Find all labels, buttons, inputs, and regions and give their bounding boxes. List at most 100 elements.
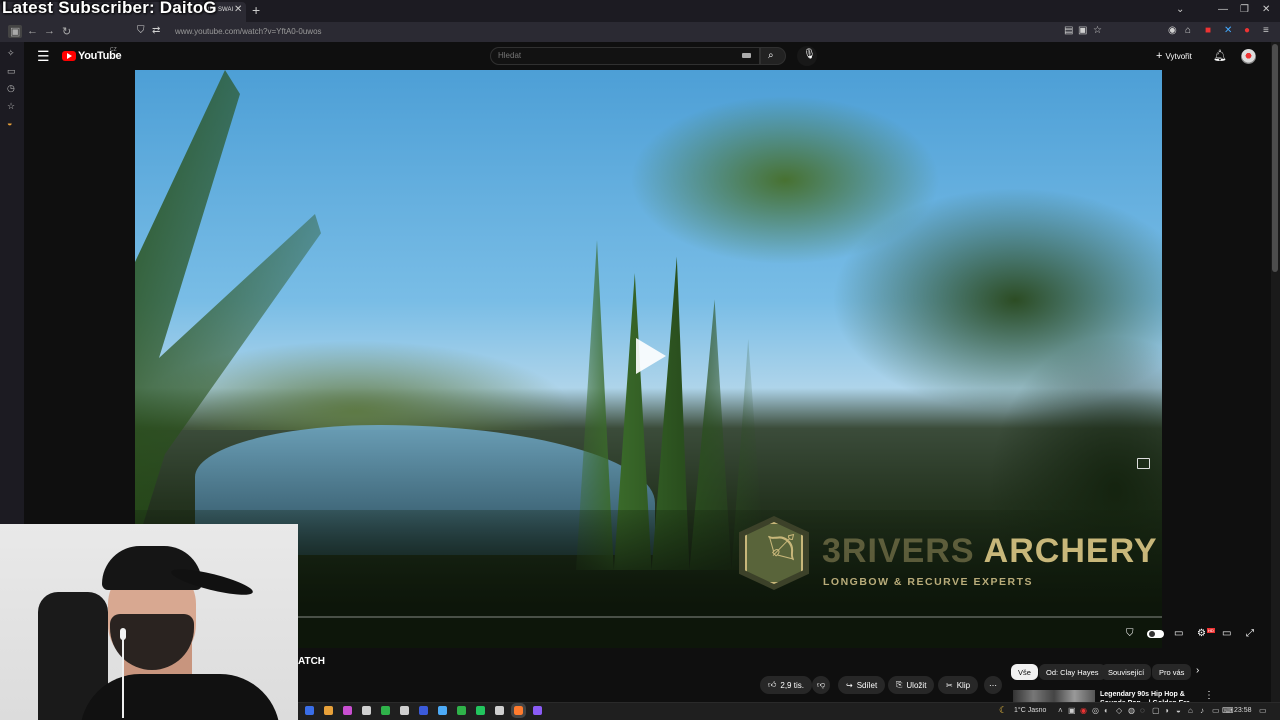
menu-icon[interactable]: ☰ (37, 48, 50, 65)
taskbar-app-icon[interactable] (400, 706, 409, 715)
back-icon[interactable]: ← (27, 25, 38, 37)
restore-icon[interactable]: ❐ (1240, 4, 1249, 15)
country-code: CZ (110, 47, 117, 53)
network-icon[interactable]: ⌂ (1188, 706, 1193, 715)
more-actions-button[interactable]: ⋯ (984, 676, 1002, 694)
tab-list-icon[interactable]: ⌄ (1176, 4, 1184, 15)
sponsor-shield-icon[interactable]: ⛉ (1126, 628, 1134, 639)
notifications-bell-icon[interactable]: 🔔︎ (1213, 49, 1227, 62)
share-icon: ↪ (846, 680, 853, 690)
youtube-logo-play-icon (67, 53, 72, 59)
synced-tabs-icon[interactable]: ▭ (7, 66, 16, 77)
picture-icon[interactable]: ▣ (1078, 25, 1087, 36)
reload-icon[interactable]: ↻ (62, 25, 71, 38)
like-count: 2,9 tis. (780, 680, 804, 690)
keyboard-icon[interactable] (742, 53, 751, 58)
clip-button[interactable]: ✂ Klip (938, 676, 979, 694)
bookmark-icon: ⎘ (896, 680, 903, 689)
scrollbar-thumb[interactable] (1272, 44, 1278, 272)
url-text[interactable]: www.youtube.com/watch?v=YftA0-0uwos (175, 27, 322, 36)
autoplay-toggle-knob (1149, 631, 1155, 637)
webcam-overlay (0, 524, 298, 720)
save-button[interactable]: ⎘ Uložit (888, 676, 935, 694)
volume-icon[interactable]: ♪ (1200, 706, 1204, 715)
extension-record-icon[interactable]: ● (1244, 25, 1250, 36)
search-icon[interactable]: ⌕ (768, 50, 774, 61)
notifications-icon[interactable]: ▭ (1259, 706, 1267, 715)
history-icon[interactable]: ◷ (7, 83, 15, 94)
extension-blue-icon[interactable]: ✕ (1224, 25, 1232, 36)
tray-app-icon-5[interactable]: ◍ (1128, 706, 1135, 715)
share-label: Sdílet (856, 680, 878, 690)
tray-app-icon-8[interactable]: ◑ (1164, 706, 1169, 715)
dislike-button[interactable]: 👎︎ (812, 676, 830, 694)
taskbar-app-icon[interactable] (305, 706, 314, 715)
tray-app-icon-3[interactable]: ◐ (1104, 706, 1109, 715)
microphone-icon[interactable]: 🎙︎ (803, 49, 816, 60)
tray-chevron-icon[interactable]: ˄ (1058, 706, 1063, 715)
tray-app-icon-6[interactable]: ◌ (1140, 706, 1145, 715)
play-icon[interactable] (636, 338, 666, 374)
tray-app-icon-7[interactable]: ▢ (1152, 706, 1160, 715)
chip-from-channel[interactable]: Od: Clay Hayes (1039, 664, 1106, 680)
reader-view-icon[interactable]: ▤ (1064, 25, 1073, 36)
webcam-cap (102, 546, 202, 590)
tray-app-icon-9[interactable]: ◒ (1176, 706, 1181, 715)
app-menu-icon[interactable]: ≡ (1263, 25, 1269, 36)
language-icon[interactable]: ⌨ (1222, 706, 1234, 715)
fullscreen-icon[interactable]: ⤢ (1246, 628, 1254, 639)
subtitles-icon[interactable]: ▭ (1174, 628, 1183, 639)
forward-icon[interactable]: → (44, 25, 55, 37)
brand-name-main: ARCHERY (974, 532, 1158, 570)
new-tab-icon[interactable]: + (252, 2, 260, 18)
settings-gear-icon[interactable]: ⚙ (1197, 628, 1206, 639)
webcam-shirt (80, 674, 280, 720)
site-permissions-icon[interactable]: ⇄ (152, 25, 160, 36)
more-vertical-icon[interactable]: ⋮ (1204, 690, 1214, 701)
chevron-right-icon[interactable]: › (1196, 665, 1199, 676)
avatar[interactable] (1241, 49, 1256, 64)
taskbar-app-icon[interactable] (324, 706, 333, 715)
clock[interactable]: 23:58 (1234, 707, 1252, 714)
taskbar-app-icon[interactable] (438, 706, 447, 715)
tray-app-icon[interactable]: ▣ (1068, 706, 1076, 715)
account-icon[interactable]: ◉ (1168, 25, 1177, 36)
security-shield-icon[interactable]: ⛉ (137, 25, 145, 36)
chip-for-you[interactable]: Pro vás (1152, 664, 1192, 680)
minimize-icon[interactable]: — (1218, 4, 1228, 15)
webcam-earbud-cable (122, 638, 124, 718)
ai-chat-icon[interactable]: ✧ (7, 48, 15, 59)
weather-text[interactable]: 1°C Jasno (1014, 707, 1046, 714)
search-input[interactable] (498, 51, 728, 60)
extensions-icon[interactable]: ⌂ (1185, 25, 1191, 36)
taskbar-app-icon[interactable] (533, 706, 542, 715)
taskbar-app-icon[interactable] (381, 706, 390, 715)
taskbar-app-icon[interactable] (511, 703, 526, 718)
extension-sidebar-icon[interactable]: ◒ (7, 118, 12, 128)
taskbar-app-icon[interactable] (362, 706, 371, 715)
close-window-icon[interactable]: ✕ (1262, 4, 1270, 15)
extension-red-icon[interactable]: ■ (1205, 25, 1211, 36)
taskbar-app-icon[interactable] (476, 706, 485, 715)
like-button[interactable]: 👍︎ 2,9 tis. (760, 676, 812, 694)
taskbar-app-icon[interactable] (419, 706, 428, 715)
tray-app-icon-2[interactable]: ◎ (1092, 706, 1099, 715)
battery-icon[interactable]: ▭ (1212, 706, 1220, 715)
brand-name: 3RIVERS ARCHERY (822, 532, 1158, 571)
tray-red-icon[interactable]: ◉ (1080, 706, 1087, 715)
create-button[interactable]: + Vytvořit (1156, 50, 1192, 62)
bookmark-star-icon[interactable]: ☆ (1093, 25, 1102, 36)
chip-related[interactable]: Související (1101, 664, 1152, 680)
share-button[interactable]: ↪ Sdílet (838, 676, 886, 694)
tray-app-icon-4[interactable]: ◇ (1116, 706, 1122, 715)
theater-mode-icon[interactable]: ▭ (1222, 628, 1231, 639)
miniplayer-icon[interactable] (1137, 458, 1150, 469)
recommendation-title[interactable]: Legendary 90s Hip Hop & Sounds Pop... | … (1100, 690, 1196, 702)
taskbar-app-icon[interactable] (495, 706, 504, 715)
sidebar-toggle-icon[interactable]: ▣ (8, 25, 23, 38)
tab-close-icon[interactable]: ✕ (234, 4, 242, 15)
bookmarks-icon[interactable]: ☆ (7, 101, 15, 112)
taskbar-app-icon[interactable] (457, 706, 466, 715)
chip-all[interactable]: Vše (1011, 664, 1038, 680)
taskbar-app-icon[interactable] (343, 706, 352, 715)
